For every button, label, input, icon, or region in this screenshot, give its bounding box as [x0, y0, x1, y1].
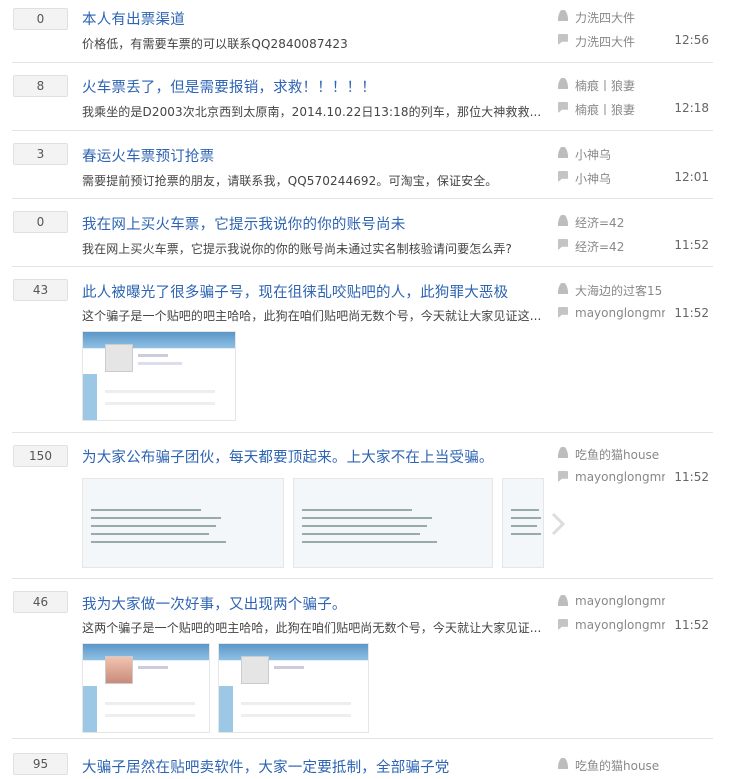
last-replier-name[interactable]: mayonglongmrc	[575, 470, 665, 484]
thread-item: 150 为大家公布骗子团伙，每天都要顶起来。上大家不在上当受骗。 吃鱼的猫hou…	[12, 433, 713, 579]
thread-item: 95 大骗子居然在贴吧卖软件，大家一定要抵制，全部骗子党 吃鱼的猫house	[12, 739, 713, 779]
thread-item: 3 春运火车票预订抢票 需要提前预订抢票的朋友，请联系我，QQ570244692…	[12, 131, 713, 199]
thread-abstract: 我在网上买火车票，它提示我说你的你的账号尚未通过实名制核验请问要怎么弄?	[82, 242, 512, 256]
reply-icon	[558, 171, 568, 182]
thread-title[interactable]: 火车票丢了，但是需要报销，求救！！！！！	[82, 76, 376, 97]
last-reply-time: 11:52	[674, 306, 709, 320]
thread-item: 8 火车票丢了，但是需要报销，求救！！！！！ 我乘坐的是D2003次北京西到太原…	[12, 63, 713, 131]
author-name[interactable]: 小神乌	[575, 146, 665, 163]
reply-icon	[558, 471, 568, 482]
author-icon	[558, 10, 568, 21]
reply-icon	[558, 307, 568, 318]
thread-last-reply: mayonglongmrc 11:52	[558, 306, 713, 322]
thread-last-reply: mayonglongmrc 11:52	[558, 470, 713, 486]
reply-count: 0	[13, 8, 68, 30]
author-name[interactable]: mayonglongmrc	[575, 594, 665, 608]
thread-title[interactable]: 为大家公布骗子团伙，每天都要顶起来。上大家不在上当受骗。	[82, 446, 494, 467]
thread-item: 0 本人有出票渠道 价格低，有需要车票的可以联系QQ2840087423 力洗四…	[12, 0, 713, 63]
author-name[interactable]: 楠痕丨狼妻	[575, 77, 665, 94]
thread-author: 小神乌	[558, 146, 713, 162]
author-name[interactable]: 力洗四大件	[575, 9, 665, 26]
thread-author: 吃鱼的猫house	[558, 446, 713, 462]
thread-last-reply: 力洗四大件 12:56	[558, 33, 713, 49]
reply-icon	[558, 34, 568, 45]
author-name[interactable]: 吃鱼的猫house	[575, 446, 665, 463]
thread-thumbnail-image[interactable]	[82, 331, 236, 421]
thread-author: 力洗四大件	[558, 9, 713, 25]
thread-last-reply: 小神乌 12:01	[558, 170, 713, 186]
author-icon	[558, 595, 568, 606]
thread-thumbnail-image[interactable]	[293, 478, 493, 568]
last-replier-name[interactable]: 经济=42	[575, 238, 665, 255]
thread-title[interactable]: 此人被曝光了很多骗子号，现在徂徕乱咬贴吧的人，此狗罪大恶极	[82, 281, 508, 302]
thread-author: mayonglongmrc	[558, 594, 713, 610]
thread-item: 46 我为大家做一次好事，又出现两个骗子。 这两个骗子是一个贴吧的吧主哈哈，此狗…	[12, 579, 713, 739]
thread-abstract: 我乘坐的是D2003次北京西到太原南，2014.10.22日13:18的列车，那…	[82, 105, 542, 119]
thread-item: 43 此人被曝光了很多骗子号，现在徂徕乱咬贴吧的人，此狗罪大恶极 这个骗子是一个…	[12, 267, 713, 433]
thread-thumbnail-image[interactable]	[82, 478, 284, 568]
reply-count: 0	[13, 211, 68, 233]
thread-title[interactable]: 本人有出票渠道	[82, 8, 185, 29]
thread-title[interactable]: 大骗子居然在贴吧卖软件，大家一定要抵制，全部骗子党	[82, 756, 450, 777]
author-icon	[558, 147, 568, 158]
thread-last-reply: mayonglongmrc 11:52	[558, 618, 713, 634]
thread-author: 吃鱼的猫house	[558, 757, 713, 773]
reply-icon	[558, 102, 568, 113]
reply-count: 46	[13, 591, 68, 613]
reply-count: 3	[13, 143, 68, 165]
last-reply-time: 12:01	[674, 170, 709, 184]
last-reply-time: 12:18	[674, 101, 709, 115]
thread-author: 经济=42	[558, 214, 713, 230]
thread-abstract: 这两个骗子是一个贴吧的吧主哈哈，此狗在咱们贴吧尚无数个号，今天就让大家见证...	[82, 621, 542, 635]
last-reply-time: 11:52	[674, 470, 709, 484]
thread-author: 楠痕丨狼妻	[558, 77, 713, 93]
thread-thumbnail-image[interactable]	[82, 643, 210, 733]
author-icon	[558, 78, 568, 89]
reply-icon	[558, 239, 568, 250]
thread-abstract: 这个骗子是一个贴吧的吧主哈哈，此狗在咱们贴吧尚无数个号，今天就让大家见证这...	[82, 309, 542, 323]
reply-count: 8	[13, 75, 68, 97]
last-replier-name[interactable]: mayonglongmrc	[575, 306, 665, 320]
author-icon	[558, 283, 568, 294]
reply-count: 43	[13, 279, 68, 301]
reply-count: 95	[13, 753, 68, 775]
thread-title[interactable]: 春运火车票预订抢票	[82, 145, 214, 166]
reply-icon	[558, 619, 568, 630]
last-reply-time: 12:56	[674, 33, 709, 47]
last-replier-name[interactable]: 小神乌	[575, 170, 665, 187]
last-replier-name[interactable]: 力洗四大件	[575, 33, 665, 50]
thread-title[interactable]: 我为大家做一次好事，又出现两个骗子。	[82, 593, 347, 614]
author-name[interactable]: 大海边的过客15	[575, 282, 665, 299]
author-icon	[558, 215, 568, 226]
last-replier-name[interactable]: 楠痕丨狼妻	[575, 101, 665, 118]
thread-abstract: 需要提前预订抢票的朋友，请联系我，QQ570244692。可淘宝，保证安全。	[82, 174, 498, 188]
thread-thumbnail-image[interactable]	[502, 478, 544, 568]
thread-thumbnail-image[interactable]	[218, 643, 369, 733]
thread-author: 大海边的过客15	[558, 282, 713, 298]
author-icon	[558, 758, 568, 769]
last-reply-time: 11:52	[674, 238, 709, 252]
author-icon	[558, 447, 568, 458]
thread-title[interactable]: 我在网上买火车票，它提示我说你的你的账号尚未	[82, 213, 405, 234]
next-image-arrow-icon[interactable]	[550, 512, 566, 536]
last-reply-time: 11:52	[674, 618, 709, 632]
thread-last-reply: 楠痕丨狼妻 12:18	[558, 101, 713, 117]
last-replier-name[interactable]: mayonglongmrc	[575, 618, 665, 632]
reply-count: 150	[13, 445, 68, 467]
thread-item: 0 我在网上买火车票，它提示我说你的你的账号尚未 我在网上买火车票，它提示我说你…	[12, 199, 713, 267]
thread-last-reply: 经济=42 11:52	[558, 238, 713, 254]
thread-abstract: 价格低，有需要车票的可以联系QQ2840087423	[82, 37, 348, 51]
author-name[interactable]: 经济=42	[575, 214, 665, 231]
